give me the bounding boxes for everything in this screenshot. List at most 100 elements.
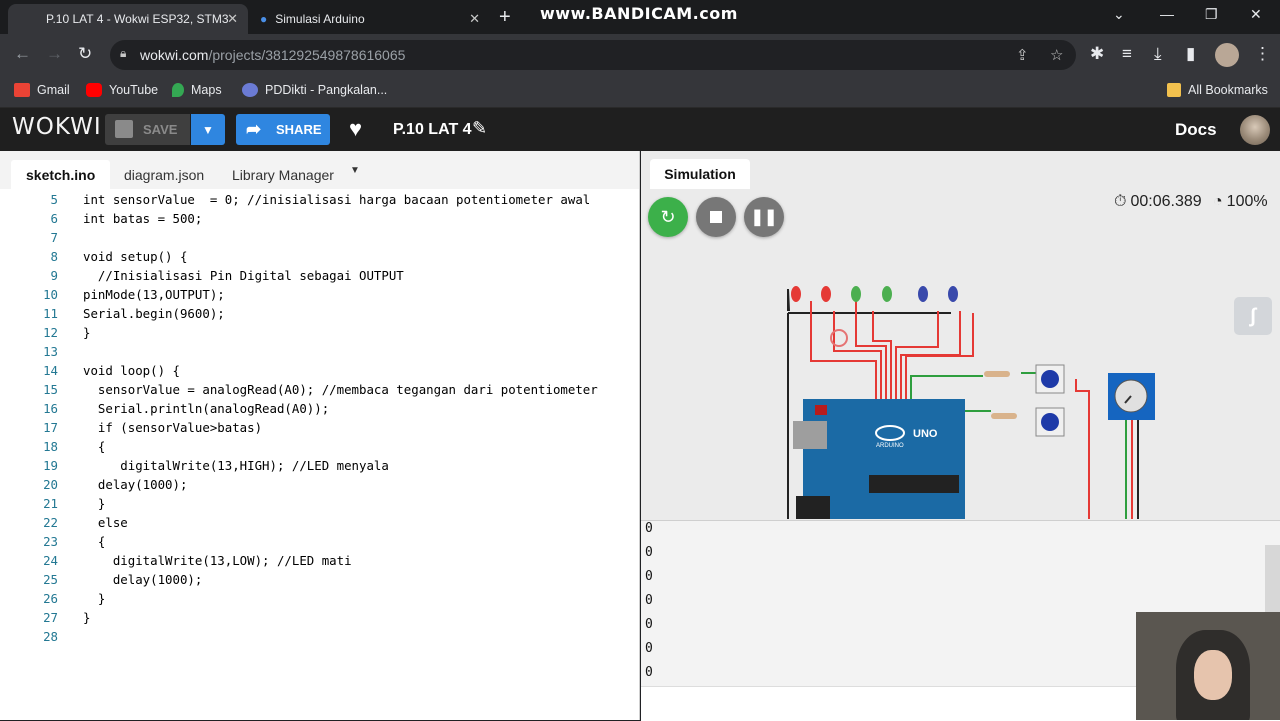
line-text: } [83, 591, 106, 606]
docs-link[interactable]: Docs [1175, 120, 1217, 140]
pushbutton-1[interactable] [1035, 364, 1065, 394]
close-window-icon[interactable]: ✕ [1250, 6, 1262, 23]
all-bookmarks-label: All Bookmarks [1188, 83, 1268, 97]
code-line[interactable]: 25 delay(1000); [0, 570, 639, 589]
code-line[interactable]: 19 digitalWrite(13,HIGH); //LED menyala [0, 456, 639, 475]
bookmark-maps[interactable]: Maps [172, 83, 222, 97]
browser-tab-wokwi[interactable]: P.10 LAT 4 - Wokwi ESP32, STM3 ✕ [8, 4, 248, 34]
stop-button[interactable] [696, 197, 736, 237]
bookmark-youtube[interactable]: YouTube [86, 83, 158, 97]
save-dropdown-button[interactable]: ▼ [191, 114, 225, 145]
tab-search-icon[interactable]: ⌄ [1113, 6, 1125, 23]
code-line[interactable]: 27} [0, 608, 639, 627]
code-line[interactable]: 5 int sensorValue = 0; //inisialisasi har… [0, 190, 639, 209]
tab-diagram-json[interactable]: diagram.json [109, 160, 219, 189]
potentiometer[interactable] [1108, 373, 1155, 420]
tab-menu-chevron-icon[interactable]: ▼ [350, 165, 360, 176]
serial-output-line: 0 [645, 593, 653, 608]
back-icon[interactable]: ← [14, 44, 31, 64]
close-tab-icon[interactable]: ✕ [227, 11, 238, 27]
code-line[interactable]: 28 [0, 627, 639, 646]
share-button[interactable]: ➦ SHARE [236, 114, 330, 145]
code-line[interactable]: 7 [0, 228, 639, 247]
side-panel-icon[interactable]: ▮ [1186, 44, 1195, 64]
led-blue-2[interactable] [948, 286, 958, 302]
menu-kebab-icon[interactable]: ⋮ [1254, 44, 1271, 64]
profile-avatar[interactable] [1215, 43, 1239, 67]
line-text: int batas = 500; [83, 211, 203, 226]
save-button[interactable]: SAVE [105, 114, 190, 145]
restart-button[interactable]: ↻ [648, 197, 688, 237]
url-bar[interactable]: 🔒︎ wokwi.com/projects/381292549878616065… [110, 40, 1076, 70]
resistor-1[interactable] [984, 371, 1010, 377]
project-title[interactable]: P.10 LAT 4 [393, 121, 472, 139]
led-green-2[interactable] [882, 286, 892, 302]
code-line[interactable]: 11 Serial.begin(9600); [0, 304, 639, 323]
bookmark-label: YouTube [109, 83, 159, 97]
led-red-2[interactable] [821, 286, 831, 302]
line-text: delay(1000); [83, 572, 203, 587]
led-green-1[interactable] [851, 286, 861, 302]
code-line[interactable]: 10 pinMode(13,OUTPUT); [0, 285, 639, 304]
code-line[interactable]: 26 } [0, 589, 639, 608]
circuit-canvas[interactable]: UNO ARDUINO [641, 251, 1280, 519]
downloads-icon[interactable]: ⤓ [1154, 44, 1162, 64]
code-line[interactable]: 23 { [0, 532, 639, 551]
all-bookmarks[interactable]: All Bookmarks [1167, 83, 1268, 97]
serial-output-line: 0 [645, 569, 653, 584]
restore-icon[interactable]: ❐ [1205, 6, 1218, 23]
code-line[interactable]: 8 void setup() { [0, 247, 639, 266]
resistor-2[interactable] [991, 413, 1017, 419]
heart-icon[interactable]: ♥ [349, 116, 362, 142]
user-avatar[interactable] [1240, 115, 1270, 145]
code-line[interactable]: 6 int batas = 500; [0, 209, 639, 228]
gmail-icon [14, 83, 30, 97]
code-line[interactable]: 22 else [0, 513, 639, 532]
stop-icon [710, 211, 722, 223]
code-line[interactable]: 18 { [0, 437, 639, 456]
bookmark-star-icon[interactable]: ☆ [1050, 46, 1063, 64]
code-line[interactable]: 12} [0, 323, 639, 342]
line-text: if (sensorValue>batas) [83, 420, 263, 435]
code-line[interactable]: 21 } [0, 494, 639, 513]
share-label: SHARE [276, 122, 322, 137]
code-line[interactable]: 14 void loop() { [0, 361, 639, 380]
pause-button[interactable]: ❚❚ [744, 197, 784, 237]
pencil-icon[interactable]: ✎ [472, 118, 487, 139]
line-text: digitalWrite(13,LOW); //LED mati [83, 553, 352, 568]
speed-value: 100% [1226, 193, 1268, 210]
pushbutton-2[interactable] [1035, 407, 1065, 437]
share-arrow-icon: ➦ [246, 119, 262, 139]
extensions-icon[interactable]: ✱ [1090, 44, 1104, 64]
line-text: void setup() { [83, 249, 188, 264]
code-line[interactable]: 9 //Inisialisasi Pin Digital sebagai OUT… [0, 266, 639, 285]
led-red-1[interactable] [791, 286, 801, 302]
tab-library-manager[interactable]: Library Manager [217, 160, 349, 189]
code-line[interactable]: 17 if (sensorValue>batas) [0, 418, 639, 437]
code-line[interactable]: 16 Serial.println(analogRead(A0)); [0, 399, 639, 418]
bookmark-pddikti[interactable]: PDDikti - Pangkalan... [242, 83, 387, 97]
sim-speed: ◔ 100% [1213, 193, 1268, 211]
code-line[interactable]: 20 delay(1000); [0, 475, 639, 494]
line-text: } [83, 325, 91, 340]
browser-tab-simulasi[interactable]: ● Simulasi Arduino ✕ [250, 4, 490, 34]
arduino-uno-board[interactable]: UNO ARDUINO [793, 399, 965, 519]
wokwi-logo[interactable]: WOKWI [12, 114, 102, 140]
bookmarks-bar: Gmail YouTube Maps PDDikti - Pangkalan..… [0, 76, 1280, 108]
code-line[interactable]: 15 sensorValue = analogRead(A0); //memba… [0, 380, 639, 399]
reading-list-icon[interactable]: ≡ [1122, 44, 1132, 64]
reload-icon[interactable]: ↻ [78, 44, 92, 64]
tab-simulation[interactable]: Simulation [650, 159, 750, 189]
code-line[interactable]: 13 [0, 342, 639, 361]
forward-icon[interactable]: → [46, 44, 63, 64]
url-host: wokwi.com [140, 47, 209, 63]
tab-sketch-ino[interactable]: sketch.ino [11, 160, 111, 189]
new-tab-icon[interactable]: + [499, 6, 511, 29]
close-tab-icon[interactable]: ✕ [469, 11, 480, 27]
bookmark-gmail[interactable]: Gmail [14, 83, 70, 97]
minimize-icon[interactable]: — [1160, 6, 1174, 22]
line-number: 27 [43, 610, 58, 625]
led-blue-1[interactable] [918, 286, 928, 302]
share-page-icon[interactable]: ⇪ [1016, 46, 1029, 64]
code-line[interactable]: 24 digitalWrite(13,LOW); //LED mati [0, 551, 639, 570]
